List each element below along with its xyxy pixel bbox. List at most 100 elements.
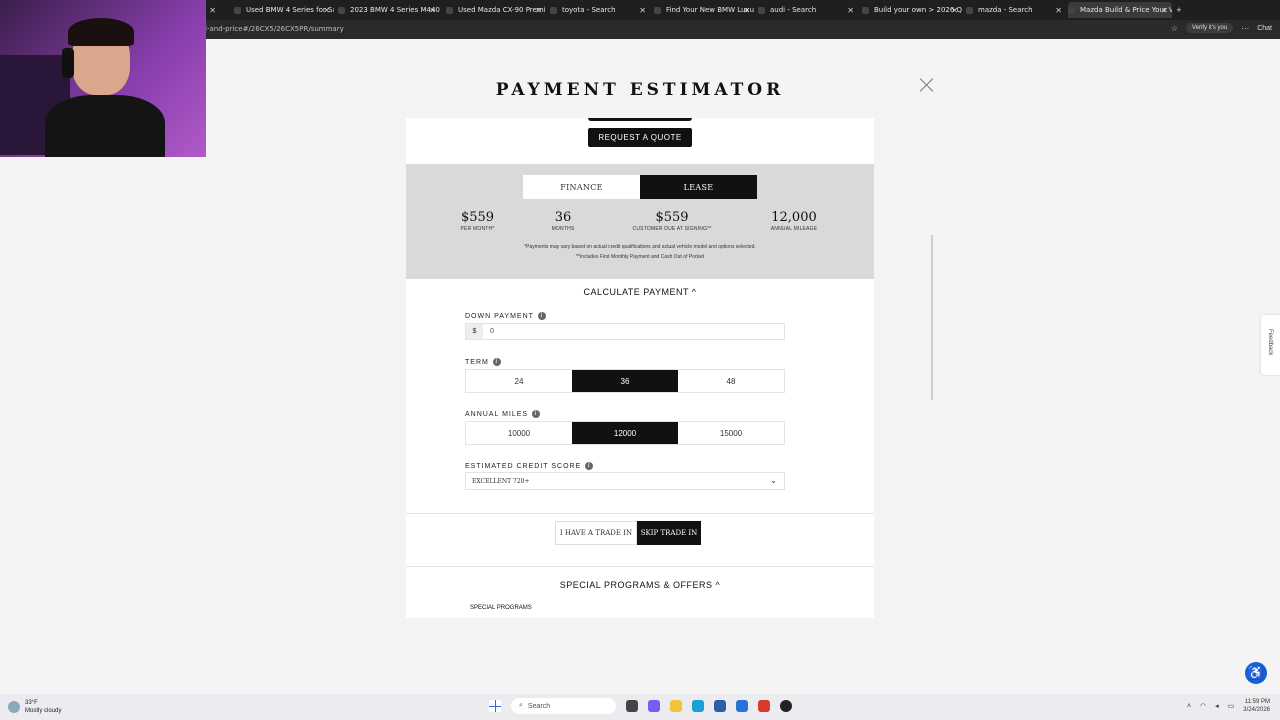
close-icon[interactable] bbox=[919, 77, 935, 93]
tab-5[interactable]: audi - Search ✕ bbox=[758, 2, 858, 18]
label-text: TERM bbox=[465, 358, 489, 366]
close-icon[interactable]: ✕ bbox=[535, 6, 542, 15]
have-trade-in-button[interactable]: I HAVE A TRADE IN bbox=[555, 521, 637, 545]
tab-7[interactable]: mazda - Search ✕ bbox=[966, 2, 1066, 18]
favicon-icon bbox=[338, 6, 345, 14]
miles-option-12000[interactable]: 12000 bbox=[572, 422, 678, 444]
tab-label: Used BMW 4 Series for Sale bbox=[246, 6, 334, 14]
mail-icon[interactable] bbox=[736, 700, 748, 712]
close-icon[interactable]: ✕ bbox=[639, 6, 646, 15]
app-icon[interactable] bbox=[758, 700, 770, 712]
info-icon[interactable]: i bbox=[585, 462, 594, 470]
plus-icon: + bbox=[1176, 6, 1182, 14]
term-option-36[interactable]: 36 bbox=[572, 370, 678, 392]
weather-desc: Mostly cloudy bbox=[25, 708, 62, 714]
scrollbar[interactable] bbox=[931, 235, 933, 400]
credit-score-label: ESTIMATED CREDIT SCORE i bbox=[465, 462, 594, 470]
tab-1[interactable]: 2023 BMW 4 Series M440i x ✕ bbox=[338, 2, 440, 18]
chrome-icon[interactable] bbox=[780, 700, 792, 712]
tab-label: toyota - Search bbox=[562, 6, 616, 14]
star-icon[interactable]: ☆ bbox=[1171, 24, 1178, 33]
stat-value: $559 bbox=[655, 210, 689, 225]
down-payment-value[interactable]: 0 bbox=[483, 324, 494, 339]
request-quote-button[interactable]: REQUEST A QUOTE bbox=[588, 128, 692, 147]
more-icon[interactable]: ⋯ bbox=[1241, 24, 1249, 33]
accessibility-icon[interactable]: ♿ bbox=[1245, 662, 1267, 684]
search-icon bbox=[758, 6, 765, 14]
tab-label: 2023 BMW 4 Series M440i x bbox=[350, 6, 440, 14]
tab-6[interactable]: Build your own > 2026 Q5 ✕ bbox=[862, 2, 962, 18]
webcam-overlay bbox=[0, 0, 206, 157]
store-icon[interactable] bbox=[714, 700, 726, 712]
trade-in-options: I HAVE A TRADE IN SKIP TRADE IN bbox=[555, 521, 701, 545]
taskbar-apps: ⌕ Search bbox=[489, 698, 792, 714]
close-icon[interactable]: ✕ bbox=[1055, 6, 1062, 15]
stat-months: 36 MONTHS bbox=[538, 210, 588, 232]
feedback-tab[interactable]: Feedback bbox=[1261, 315, 1280, 375]
info-icon[interactable]: i bbox=[537, 312, 546, 320]
close-icon[interactable]: ✕ bbox=[1161, 6, 1168, 15]
stat-label: MONTHS bbox=[551, 226, 575, 232]
label-text: ANNUAL MILES bbox=[465, 410, 529, 418]
file-explorer-icon[interactable] bbox=[670, 700, 682, 712]
close-icon[interactable]: ✕ bbox=[429, 6, 436, 15]
wifi-icon[interactable]: ◠ bbox=[1200, 702, 1206, 710]
close-icon[interactable]: ✕ bbox=[743, 6, 750, 15]
copilot-icon[interactable] bbox=[648, 700, 660, 712]
url-text[interactable]: l-and-price#/26CX5/26CX5PR/summary bbox=[205, 25, 344, 33]
miles-option-10000[interactable]: 10000 bbox=[466, 422, 572, 444]
special-programs-subheading: SPECIAL PROGRAMS bbox=[470, 605, 532, 611]
term-option-48[interactable]: 48 bbox=[678, 370, 784, 392]
close-icon[interactable]: ✕ bbox=[951, 6, 958, 15]
down-payment-input[interactable]: $ 0 bbox=[465, 323, 785, 340]
tab-2[interactable]: Used Mazda CX-90 Premium✕ bbox=[446, 2, 546, 18]
tab-4[interactable]: Find Your New BMW Luxury ✕ bbox=[654, 2, 754, 18]
special-programs-heading[interactable]: SPECIAL PROGRAMS & OFFERS ^ bbox=[406, 580, 874, 590]
credit-score-select[interactable]: EXCELLENT 720+ ⌄ bbox=[465, 472, 785, 490]
divider bbox=[406, 513, 874, 514]
term-option-24[interactable]: 24 bbox=[466, 370, 572, 392]
down-payment-label: DOWN PAYMENT i bbox=[465, 312, 546, 320]
weather-widget[interactable]: 33°F Mostly cloudy bbox=[8, 699, 61, 715]
calculate-payment-heading[interactable]: CALCULATE PAYMENT ^ bbox=[406, 287, 874, 297]
chevron-up-icon[interactable]: ˄ bbox=[1187, 703, 1191, 710]
tab-3[interactable]: toyota - Search ✕ bbox=[550, 2, 650, 18]
finance-tab[interactable]: FINANCE bbox=[523, 175, 640, 199]
taskbar-search[interactable]: ⌕ Search bbox=[511, 698, 616, 714]
close-icon[interactable]: ✕ bbox=[323, 6, 330, 15]
finance-lease-toggle: FINANCE LEASE bbox=[523, 175, 757, 199]
miles-option-15000[interactable]: 15000 bbox=[678, 422, 784, 444]
search-icon: ⌕ bbox=[519, 702, 523, 709]
info-icon[interactable]: i bbox=[492, 358, 501, 366]
lease-tab[interactable]: LEASE bbox=[640, 175, 757, 199]
taskbar: 33°F Mostly cloudy ⌕ Search ˄ ◠ ◂ ▭ 11:59… bbox=[0, 694, 1280, 720]
search-placeholder: Search bbox=[527, 702, 551, 710]
skip-trade-in-button[interactable]: SKIP TRADE IN bbox=[637, 521, 701, 545]
battery-icon[interactable]: ▭ bbox=[1228, 702, 1235, 710]
close-icon[interactable]: ✕ bbox=[209, 6, 216, 15]
speaker-icon[interactable]: ◂ bbox=[1215, 702, 1219, 710]
tab-8[interactable]: Mazda Build & Price Your Ve ✕ bbox=[1068, 2, 1172, 18]
clock[interactable]: 11:59 PM 3/24/2026 bbox=[1243, 698, 1270, 714]
term-selector: 24 36 48 bbox=[465, 369, 785, 393]
info-icon[interactable]: i bbox=[532, 410, 541, 418]
favicon-icon bbox=[654, 6, 661, 14]
profile-button[interactable]: Verify it's you bbox=[1186, 23, 1234, 33]
favicon-icon bbox=[1068, 6, 1075, 14]
task-view-icon[interactable] bbox=[626, 700, 638, 712]
chat-button[interactable]: Chat bbox=[1257, 25, 1272, 32]
stat-annual-mileage: 12,000 ANNUAL MILEAGE bbox=[758, 210, 830, 232]
person-body bbox=[45, 95, 165, 157]
edge-icon[interactable] bbox=[692, 700, 704, 712]
close-icon[interactable]: ✕ bbox=[847, 6, 854, 15]
term-label: TERM i bbox=[465, 358, 501, 366]
windows-start-icon[interactable] bbox=[489, 700, 501, 712]
stat-value: 12,000 bbox=[771, 210, 817, 225]
tab-close-0[interactable]: ✕ bbox=[208, 2, 220, 18]
payment-summary: FINANCE LEASE $559 PER MONTH* 36 MONTHS … bbox=[406, 164, 874, 279]
tab-0[interactable]: Used BMW 4 Series for Sale ✕ bbox=[234, 2, 334, 18]
new-tab-button[interactable]: + bbox=[1176, 2, 1190, 18]
label-text: DOWN PAYMENT bbox=[465, 312, 534, 320]
stat-value: $559 bbox=[460, 210, 495, 225]
tab-label: audi - Search bbox=[770, 6, 817, 14]
